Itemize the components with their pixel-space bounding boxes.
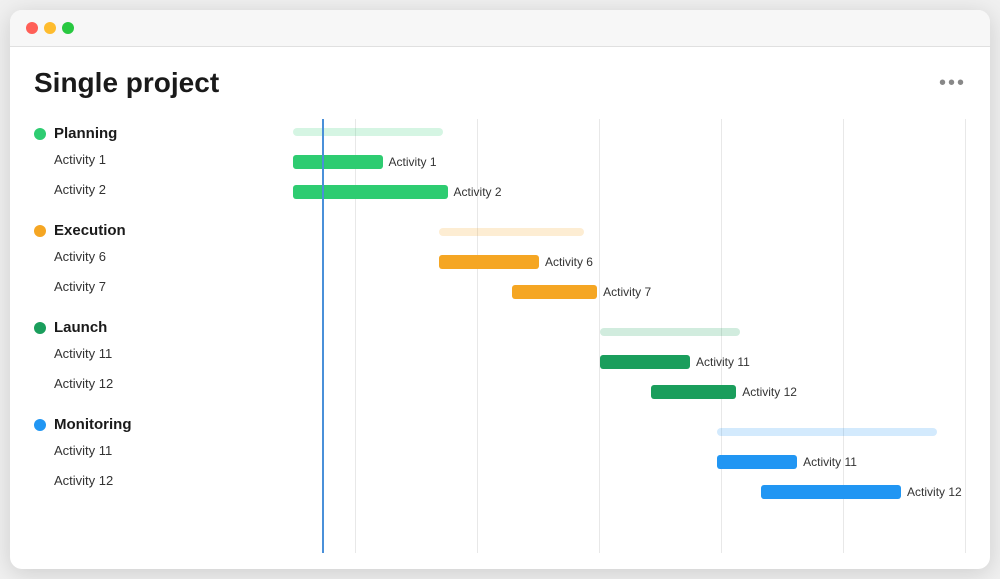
group-launch-header: Launch xyxy=(34,313,234,338)
page-header: Single project ••• xyxy=(34,67,966,99)
launch-act11-label: Activity 11 xyxy=(34,338,234,368)
launch-summary-row xyxy=(234,319,966,347)
monitoring-act12-bar xyxy=(761,485,901,499)
execution-summary-bar xyxy=(439,228,584,236)
planning-act2-row[interactable]: Activity 2 xyxy=(234,177,966,207)
planning-summary-row xyxy=(234,119,966,147)
execution-act7-bar-label: Activity 7 xyxy=(603,285,651,299)
maximize-button[interactable] xyxy=(62,22,74,34)
more-menu-button[interactable]: ••• xyxy=(939,72,966,95)
monitoring-act11-bar-label: Activity 11 xyxy=(803,455,857,469)
planning-act2-label: Activity 2 xyxy=(34,174,234,204)
bars-area: Activity 1 Activity 2 xyxy=(234,119,966,553)
titlebar xyxy=(10,10,990,47)
execution-label: Execution xyxy=(54,222,126,239)
page-title: Single project xyxy=(34,67,219,99)
group-planning-header: Planning xyxy=(34,119,234,144)
monitoring-summary-row xyxy=(234,419,966,447)
launch-act12-bar-label: Activity 12 xyxy=(742,385,797,399)
execution-act6-bar-label: Activity 6 xyxy=(545,255,593,269)
monitoring-act12-bar-label: Activity 12 xyxy=(907,485,962,499)
execution-act6-label: Activity 6 xyxy=(34,241,234,271)
launch-dot xyxy=(34,322,46,334)
launch-summary-bar xyxy=(600,328,740,336)
monitoring-act11-label: Activity 11 xyxy=(34,435,234,465)
planning-summary-bar xyxy=(293,128,443,136)
launch-act12-label: Activity 12 xyxy=(34,368,234,398)
today-line xyxy=(322,119,324,553)
planning-act1-bar-label: Activity 1 xyxy=(389,155,437,169)
monitoring-summary-bar xyxy=(717,428,937,436)
app-window: Single project ••• Planning Activity 1 A… xyxy=(10,10,990,569)
execution-act7-label: Activity 7 xyxy=(34,271,234,301)
launch-act12-bar xyxy=(651,385,736,399)
planning-act1-bar xyxy=(293,155,383,169)
execution-summary-row xyxy=(234,219,966,247)
main-content: Single project ••• Planning Activity 1 A… xyxy=(10,47,990,569)
launch-act12-row[interactable]: Activity 12 xyxy=(234,377,966,407)
monitoring-label: Monitoring xyxy=(54,416,131,433)
execution-act7-row[interactable]: Activity 7 xyxy=(234,277,966,307)
monitoring-act12-label: Activity 12 xyxy=(34,465,234,495)
close-button[interactable] xyxy=(26,22,38,34)
execution-act6-bar xyxy=(439,255,539,269)
traffic-lights xyxy=(26,22,74,34)
monitoring-act11-bar xyxy=(717,455,797,469)
minimize-button[interactable] xyxy=(44,22,56,34)
execution-act7-bar xyxy=(512,285,597,299)
planning-act1-row[interactable]: Activity 1 xyxy=(234,147,966,177)
monitoring-dot xyxy=(34,419,46,431)
execution-dot xyxy=(34,225,46,237)
planning-label: Planning xyxy=(54,125,117,142)
planning-act1-label: Activity 1 xyxy=(34,144,234,174)
execution-act6-row[interactable]: Activity 6 xyxy=(234,247,966,277)
gantt-chart: Planning Activity 1 Activity 2 Execution… xyxy=(34,119,966,553)
group-monitoring-header: Monitoring xyxy=(34,410,234,435)
planning-dot xyxy=(34,128,46,140)
planning-act2-bar-label: Activity 2 xyxy=(454,185,502,199)
planning-act2-bar xyxy=(293,185,448,199)
monitoring-act12-row[interactable]: Activity 12 xyxy=(234,477,966,507)
launch-act11-bar-label: Activity 11 xyxy=(696,355,750,369)
launch-act11-bar xyxy=(600,355,690,369)
monitoring-act11-row[interactable]: Activity 11 xyxy=(234,447,966,477)
gantt-left-panel: Planning Activity 1 Activity 2 Execution… xyxy=(34,119,234,553)
gantt-right-panel: Activity 1 Activity 2 xyxy=(234,119,966,553)
launch-act11-row[interactable]: Activity 11 xyxy=(234,347,966,377)
launch-label: Launch xyxy=(54,319,107,336)
group-execution-header: Execution xyxy=(34,216,234,241)
